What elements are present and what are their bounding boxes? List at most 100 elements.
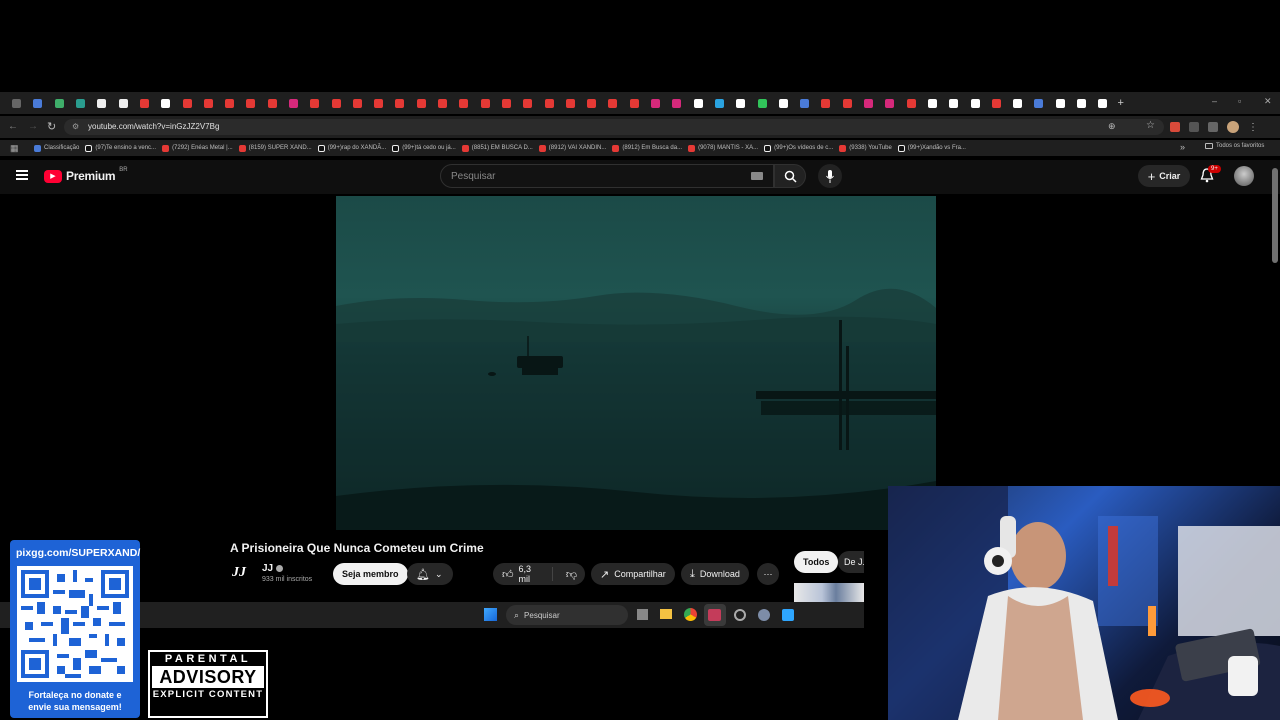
browser-tab[interactable] <box>91 92 112 114</box>
browser-tab[interactable] <box>112 92 133 114</box>
bookmark-item[interactable]: (8851) EM BUSCA D... <box>461 144 533 152</box>
browser-tab[interactable] <box>155 92 176 114</box>
profile-avatar-icon[interactable] <box>1227 121 1239 133</box>
channel-name[interactable]: JJ <box>262 563 273 574</box>
browser-tab[interactable] <box>624 92 645 114</box>
browser-tab[interactable] <box>688 92 709 114</box>
browser-tab[interactable] <box>134 92 155 114</box>
bookmark-item[interactable]: Classificação <box>34 144 79 152</box>
reload-icon[interactable]: ↻ <box>47 120 56 133</box>
browser-tab[interactable] <box>858 92 879 114</box>
bookmark-item[interactable]: (9338) YouTube <box>839 144 892 152</box>
browser-tab[interactable] <box>666 92 687 114</box>
zoom-icon[interactable]: ⊕ <box>1108 121 1116 132</box>
browser-menu-icon[interactable]: ⋮ <box>1248 122 1258 133</box>
bookmark-item[interactable]: (9078) MANTIS - XA... <box>688 144 758 152</box>
notifications-button[interactable]: 9+ <box>1200 165 1221 188</box>
browser-tab[interactable] <box>240 92 261 114</box>
browser-tab[interactable] <box>837 92 858 114</box>
create-button[interactable]: + Criar <box>1138 165 1190 187</box>
taskbar-search-input[interactable]: ⌕ Pesquisar <box>506 605 628 625</box>
settings-gear-icon[interactable] <box>758 609 770 621</box>
youtube-premium-logo[interactable]: ▶ Premium BR <box>44 167 128 183</box>
channel-logo[interactable]: JJ <box>232 565 252 581</box>
like-button[interactable]: 👍︎ 6,3 mil <box>493 564 553 584</box>
browser-tab[interactable] <box>900 92 921 114</box>
browser-tab[interactable] <box>27 92 48 114</box>
browser-tab[interactable] <box>922 92 943 114</box>
join-member-button[interactable]: Seja membro <box>333 563 408 585</box>
share-button[interactable]: ↗ Compartilhar <box>591 563 675 585</box>
windows-start-icon[interactable] <box>484 608 497 621</box>
browser-tab[interactable] <box>645 92 666 114</box>
hamburger-menu-icon[interactable] <box>16 170 28 180</box>
browser-tab[interactable] <box>751 92 772 114</box>
browser-tab[interactable] <box>496 92 517 114</box>
browser-tab[interactable] <box>6 92 27 114</box>
address-bar[interactable]: ⚙ youtube.com/watch?v=inGzJZ2V7Bg ⊕ ☆ <box>64 119 1164 135</box>
app-blue-icon[interactable] <box>782 609 794 621</box>
chip-channel[interactable]: De J... <box>838 551 864 573</box>
search-input[interactable]: Pesquisar <box>440 164 774 188</box>
bookmark-item[interactable]: (99+)tá cedo ou já... <box>392 144 456 152</box>
browser-tab[interactable] <box>176 92 197 114</box>
browser-tab[interactable] <box>1071 92 1092 114</box>
bookmark-item[interactable]: (97)Te ensino a venc... <box>85 144 156 152</box>
bookmark-item[interactable]: (99+)rap do XANDÃ... <box>317 144 386 152</box>
bookmark-item[interactable]: (8912) Em Busca da... <box>612 144 682 152</box>
extensions-puzzle-icon[interactable] <box>1189 122 1199 132</box>
browser-tab[interactable] <box>432 92 453 114</box>
obs-app-icon[interactable] <box>708 609 721 621</box>
browser-tab[interactable] <box>709 92 730 114</box>
browser-tab[interactable] <box>986 92 1007 114</box>
browser-tab[interactable] <box>198 92 219 114</box>
chip-all[interactable]: Todos <box>794 551 839 573</box>
browser-tab[interactable] <box>325 92 346 114</box>
browser-tab[interactable] <box>347 92 368 114</box>
file-explorer-icon[interactable] <box>660 609 672 619</box>
browser-tab[interactable] <box>538 92 559 114</box>
browser-tab[interactable] <box>730 92 751 114</box>
browser-tab[interactable] <box>283 92 304 114</box>
download-button[interactable]: ⤓ Download <box>681 563 749 585</box>
bookmark-item[interactable]: (8159) SUPER XAND... <box>238 144 312 152</box>
account-avatar[interactable] <box>1234 166 1254 186</box>
browser-tab[interactable] <box>794 92 815 114</box>
recommended-video-thumbnail[interactable] <box>794 583 864 603</box>
subscription-bell-button[interactable]: 🔔︎ ⌄ <box>407 563 453 585</box>
video-player[interactable] <box>336 196 936 530</box>
minimize-icon[interactable]: – <box>1212 96 1217 106</box>
browser-tab[interactable] <box>411 92 432 114</box>
browser-tab[interactable] <box>453 92 474 114</box>
browser-tab[interactable] <box>517 92 538 114</box>
sidepanel-icon[interactable] <box>1208 122 1218 132</box>
site-info-icon[interactable]: ⚙ <box>72 122 79 131</box>
apps-grid-icon[interactable]: ▦ <box>10 143 19 154</box>
bookmark-item[interactable]: (8912) VAI XANDIN... <box>538 144 606 152</box>
browser-tab[interactable] <box>49 92 70 114</box>
browser-tab[interactable] <box>879 92 900 114</box>
browser-tab[interactable] <box>304 92 325 114</box>
browser-tab[interactable] <box>368 92 389 114</box>
dislike-button[interactable]: 👎︎ <box>558 568 585 581</box>
back-icon[interactable]: ← <box>8 121 18 132</box>
browser-tab[interactable] <box>475 92 496 114</box>
browser-tab[interactable] <box>1007 92 1028 114</box>
chrome-icon[interactable] <box>684 608 697 621</box>
browser-tab[interactable] <box>815 92 836 114</box>
bookmark-item[interactable]: (99+)Os vídeos de c... <box>764 144 833 152</box>
bookmark-item[interactable]: (7292) Enéas Metal |... <box>162 144 233 152</box>
all-bookmarks-folder[interactable]: Todos os favoritos <box>1205 143 1264 149</box>
close-window-icon[interactable]: ✕ <box>1264 96 1272 107</box>
app-circle-icon[interactable] <box>734 609 746 621</box>
keyboard-icon[interactable] <box>751 172 763 180</box>
bookmark-item[interactable]: (99+)Xandão vs Fra... <box>897 144 966 152</box>
more-bookmarks-icon[interactable]: » <box>1180 142 1185 152</box>
browser-tab[interactable] <box>70 92 91 114</box>
extension-icon[interactable] <box>1170 122 1180 132</box>
search-button[interactable] <box>774 164 806 188</box>
browser-tab[interactable] <box>602 92 623 114</box>
browser-tab[interactable] <box>389 92 410 114</box>
browser-tab[interactable] <box>943 92 964 114</box>
browser-tab[interactable] <box>1050 92 1071 114</box>
